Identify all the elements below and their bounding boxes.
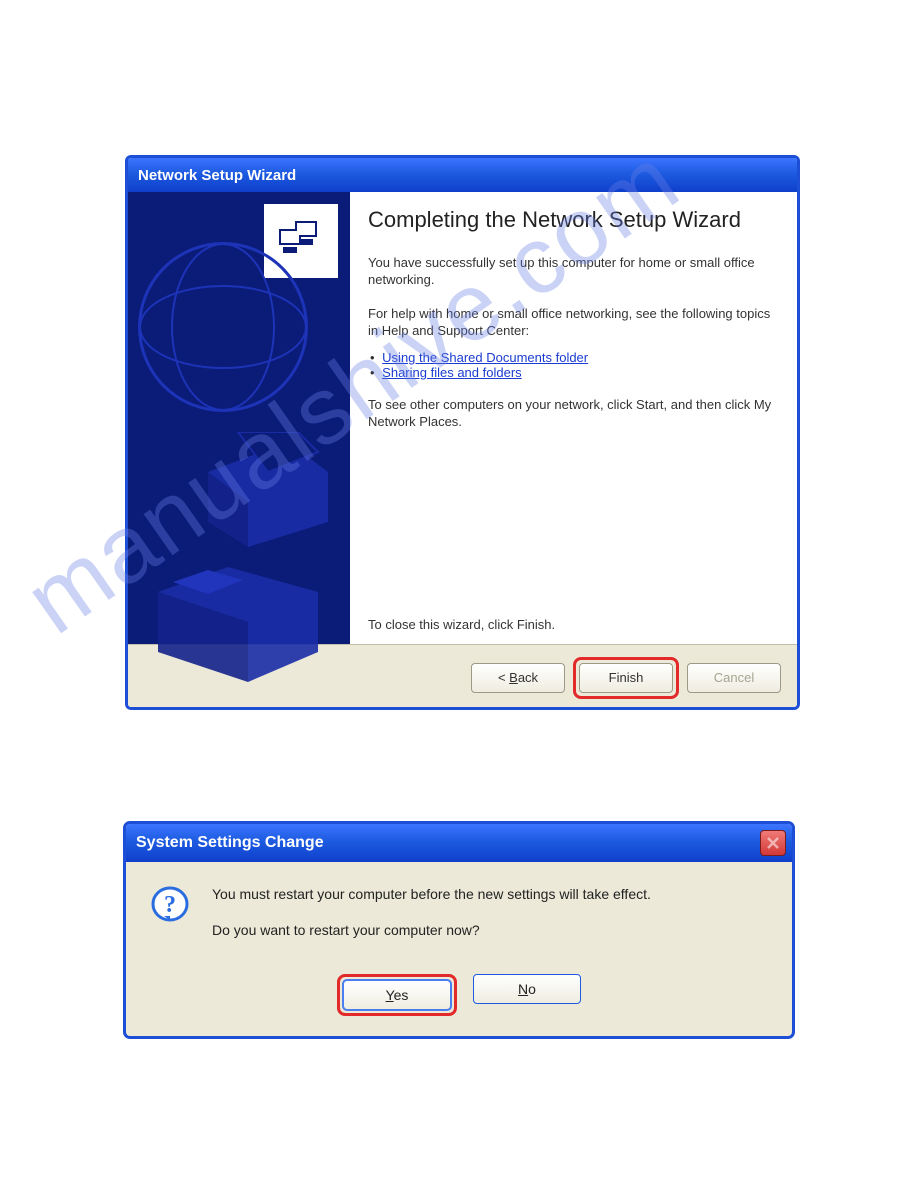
sysdlg-message: You must restart your computer before th…: [212, 886, 651, 958]
no-button[interactable]: No: [473, 974, 581, 1004]
close-button[interactable]: [760, 830, 786, 856]
sysdlg-button-row: Yes No: [126, 968, 792, 1032]
link-sharing-files[interactable]: Sharing files and folders: [382, 365, 521, 380]
wizard-paragraph-help: For help with home or small office netwo…: [368, 305, 773, 340]
cancel-button: Cancel: [687, 663, 781, 693]
wizard-body: Completing the Network Setup Wizard You …: [128, 192, 797, 644]
wizard-title-text: Network Setup Wizard: [138, 167, 296, 184]
wizard-paragraph-network-places: To see other computers on your network, …: [368, 396, 773, 431]
sysdlg-title-text: System Settings Change: [136, 834, 324, 852]
sysdlg-body: ? You must restart your computer before …: [126, 862, 792, 968]
wizard-content-panel: Completing the Network Setup Wizard You …: [350, 192, 797, 644]
wizard-close-hint: To close this wizard, click Finish.: [368, 617, 555, 632]
back-button-suffix: ack: [518, 670, 538, 685]
wizard-side-panel: [128, 192, 350, 644]
back-button-accelerator: B: [509, 670, 518, 685]
wizard-heading: Completing the Network Setup Wizard: [368, 206, 773, 234]
no-button-suffix: o: [528, 981, 536, 997]
finish-button[interactable]: Finish: [579, 663, 673, 693]
sysdlg-message-line2: Do you want to restart your computer now…: [212, 922, 651, 938]
svg-text:?: ?: [164, 892, 176, 918]
wizard-paragraph-success: You have successfully set up this comput…: [368, 254, 773, 289]
question-icon: ?: [150, 886, 190, 926]
yes-button-highlight: Yes: [337, 974, 457, 1016]
folder-decoration-icon: [148, 562, 338, 692]
finish-button-highlight: Finish: [573, 657, 679, 699]
link-shared-documents[interactable]: Using the Shared Documents folder: [382, 350, 588, 365]
back-button[interactable]: < Back: [471, 663, 565, 693]
sysdlg-message-line1: You must restart your computer before th…: [212, 886, 651, 902]
yes-button-accelerator: Y: [386, 987, 394, 1003]
back-button-prefix: <: [498, 670, 509, 685]
globe-decoration-icon: [138, 242, 308, 412]
wizard-help-links-list: Using the Shared Documents folder Sharin…: [370, 350, 773, 380]
printer-decoration-icon: [188, 432, 338, 552]
yes-button-suffix: es: [394, 987, 409, 1003]
system-settings-change-dialog: System Settings Change ? You must restar…: [123, 821, 795, 1039]
no-button-accelerator: N: [518, 981, 528, 997]
close-icon: [766, 836, 780, 850]
network-setup-wizard-window: Network Setup Wizard: [125, 155, 800, 710]
yes-button[interactable]: Yes: [343, 980, 451, 1010]
wizard-titlebar[interactable]: Network Setup Wizard: [128, 158, 797, 192]
sysdlg-titlebar[interactable]: System Settings Change: [126, 824, 792, 862]
